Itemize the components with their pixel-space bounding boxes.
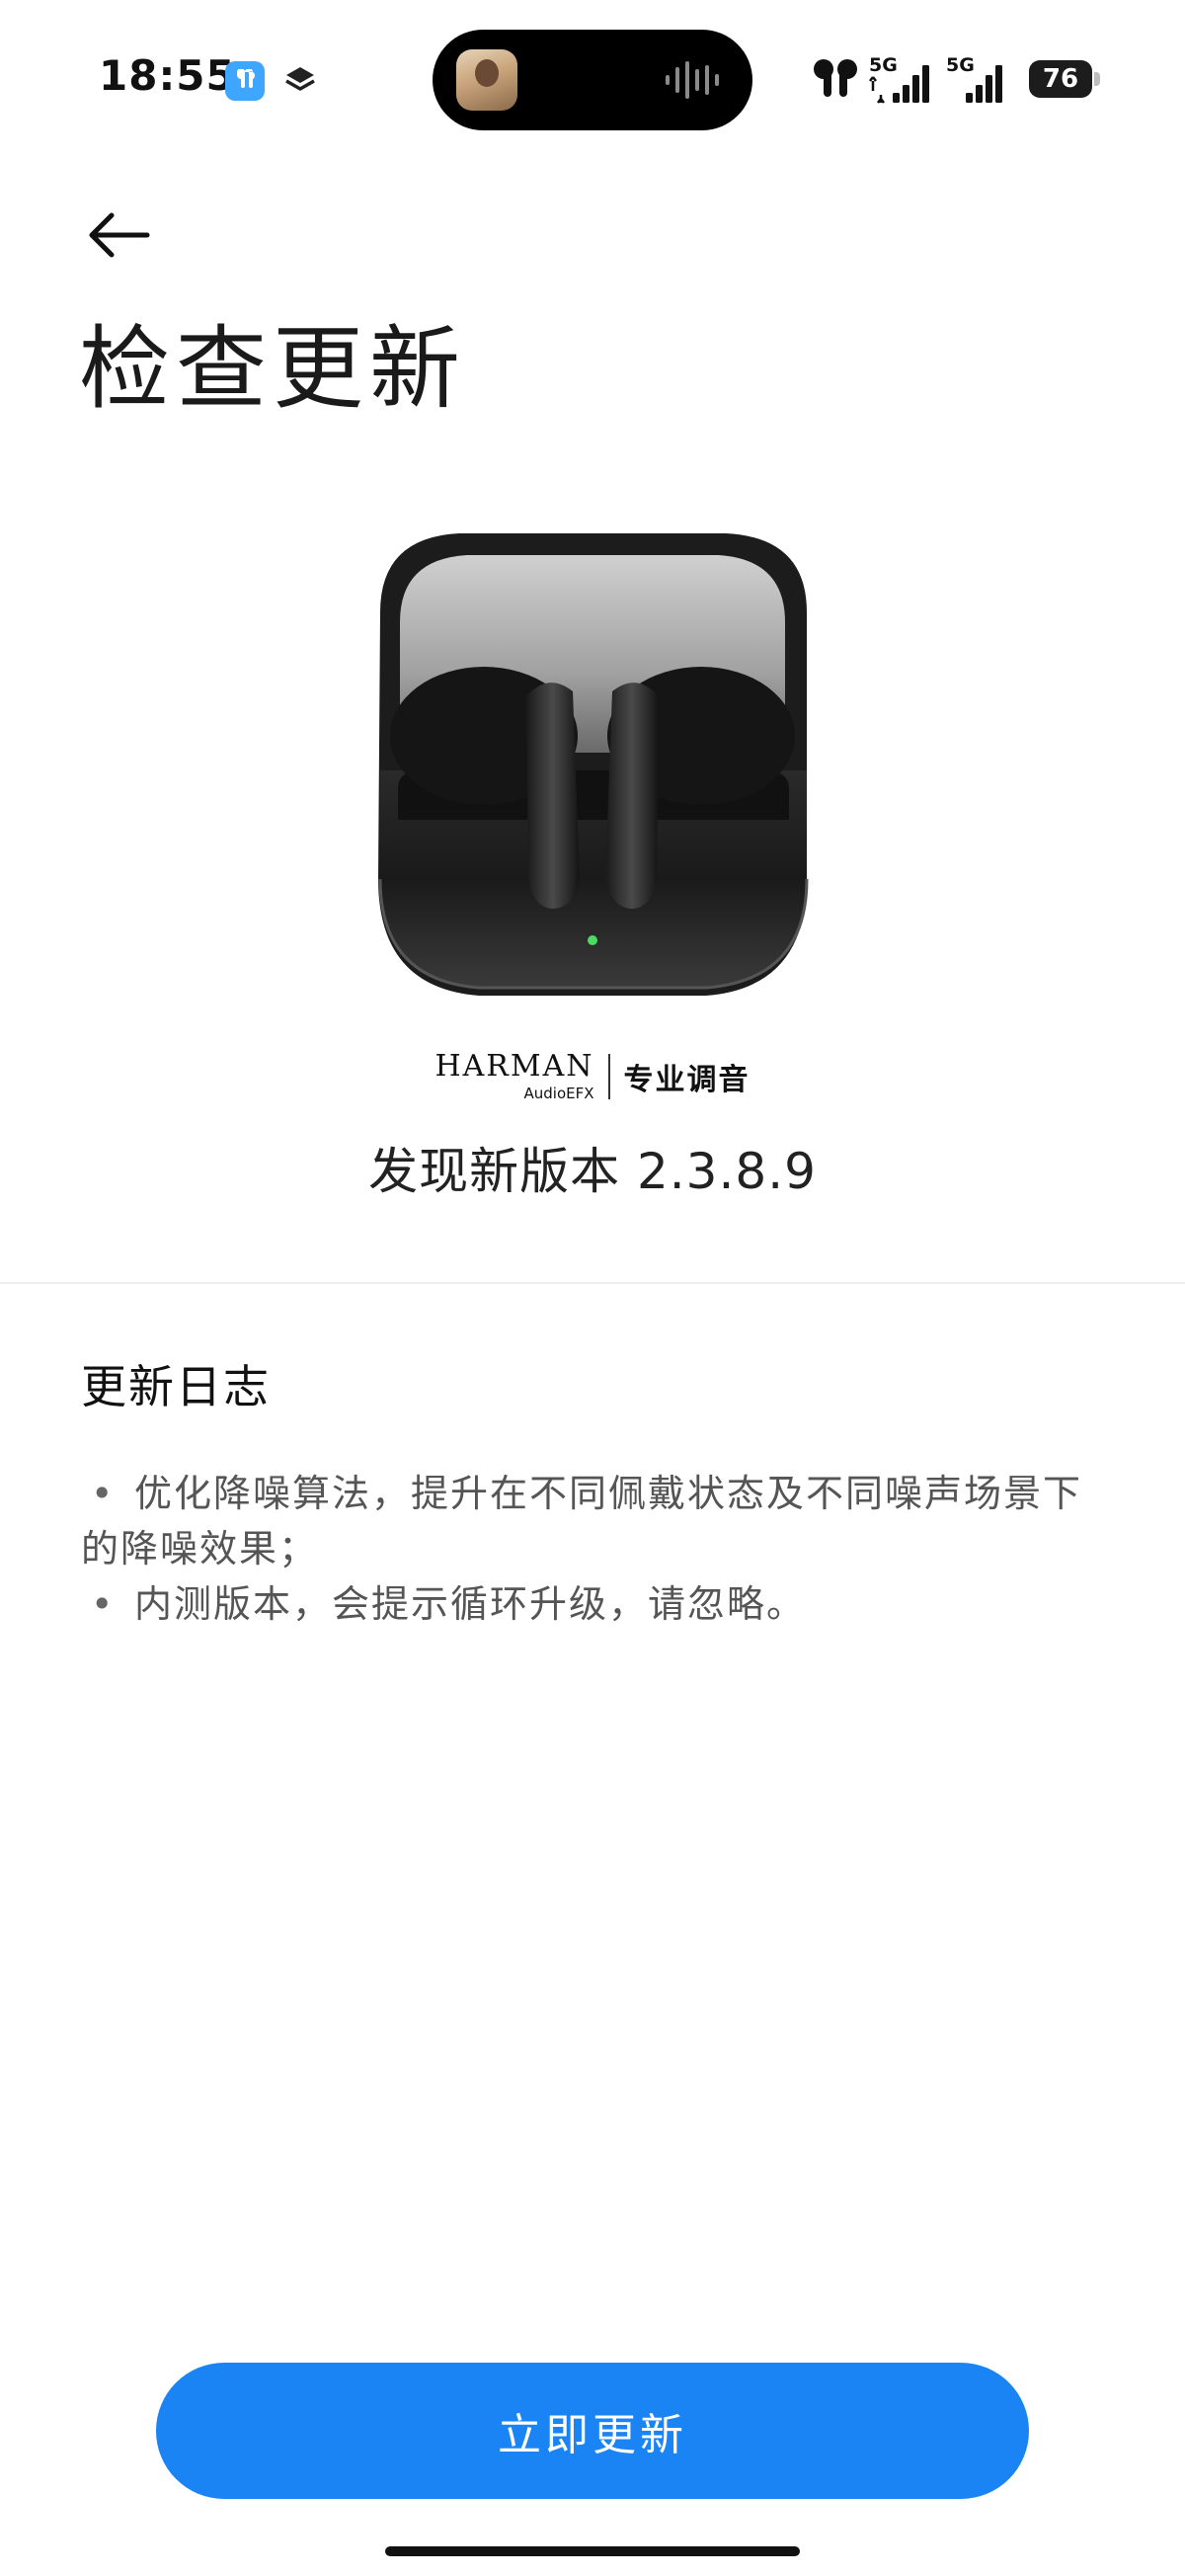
back-button[interactable] (71, 188, 166, 282)
changelog-item: 内测版本，会提示循环升级，请忽略。 (81, 1576, 1108, 1632)
harman-name: HARMAN (434, 1048, 594, 1084)
earbuds-product-image (378, 533, 809, 996)
brand-logo: HARMAN AudioEFX 专业调音 (0, 1049, 1185, 1104)
audio-wave-icon (666, 61, 719, 99)
section-divider (0, 1282, 1185, 1284)
status-time: 18:55 (99, 51, 236, 100)
page-title: 检查更新 (79, 316, 467, 422)
earbuds-icon (814, 59, 857, 97)
svg-text:5G: 5G (869, 54, 898, 76)
changelog-item: 优化降噪算法，提升在不同佩戴状态及不同噪声场景下的降噪效果； (81, 1466, 1108, 1576)
changelog-list: 优化降噪算法，提升在不同佩戴状态及不同噪声场景下的降噪效果； 内测版本，会提示循… (81, 1466, 1108, 1632)
brand-divider (607, 1054, 610, 1099)
dynamic-island[interactable] (433, 30, 752, 130)
signal-icon: 5G (869, 54, 929, 104)
new-version-text: 发现新版本 2.3.8.9 (368, 1143, 817, 1200)
changelog-title: 更新日志 (81, 1360, 271, 1413)
harman-logo: HARMAN AudioEFX (434, 1048, 594, 1102)
harman-subbrand: AudioEFX (523, 1084, 594, 1102)
status-icons: 5G 5G 76 (810, 51, 1100, 107)
battery-icon: 76 (1029, 60, 1100, 98)
brand-tuning-label: 专业调音 (623, 1063, 750, 1097)
album-art-thumbnail[interactable] (456, 49, 517, 111)
earbuds-app-icon (225, 61, 265, 101)
update-now-button[interactable]: 立即更新 (156, 2363, 1029, 2499)
status-bar: 18:55 5G 5G 76 (0, 0, 1185, 158)
svg-text:5G: 5G (946, 54, 975, 76)
arrow-left-icon (89, 212, 150, 258)
check-update-screen: 18:55 5G 5G 76 检查更新 HARMAN AudioEFX 专业调音… (0, 0, 1185, 2576)
layers-icon (280, 61, 320, 101)
signal-icon-2: 5G (946, 54, 1002, 103)
home-indicator[interactable] (385, 2546, 800, 2556)
